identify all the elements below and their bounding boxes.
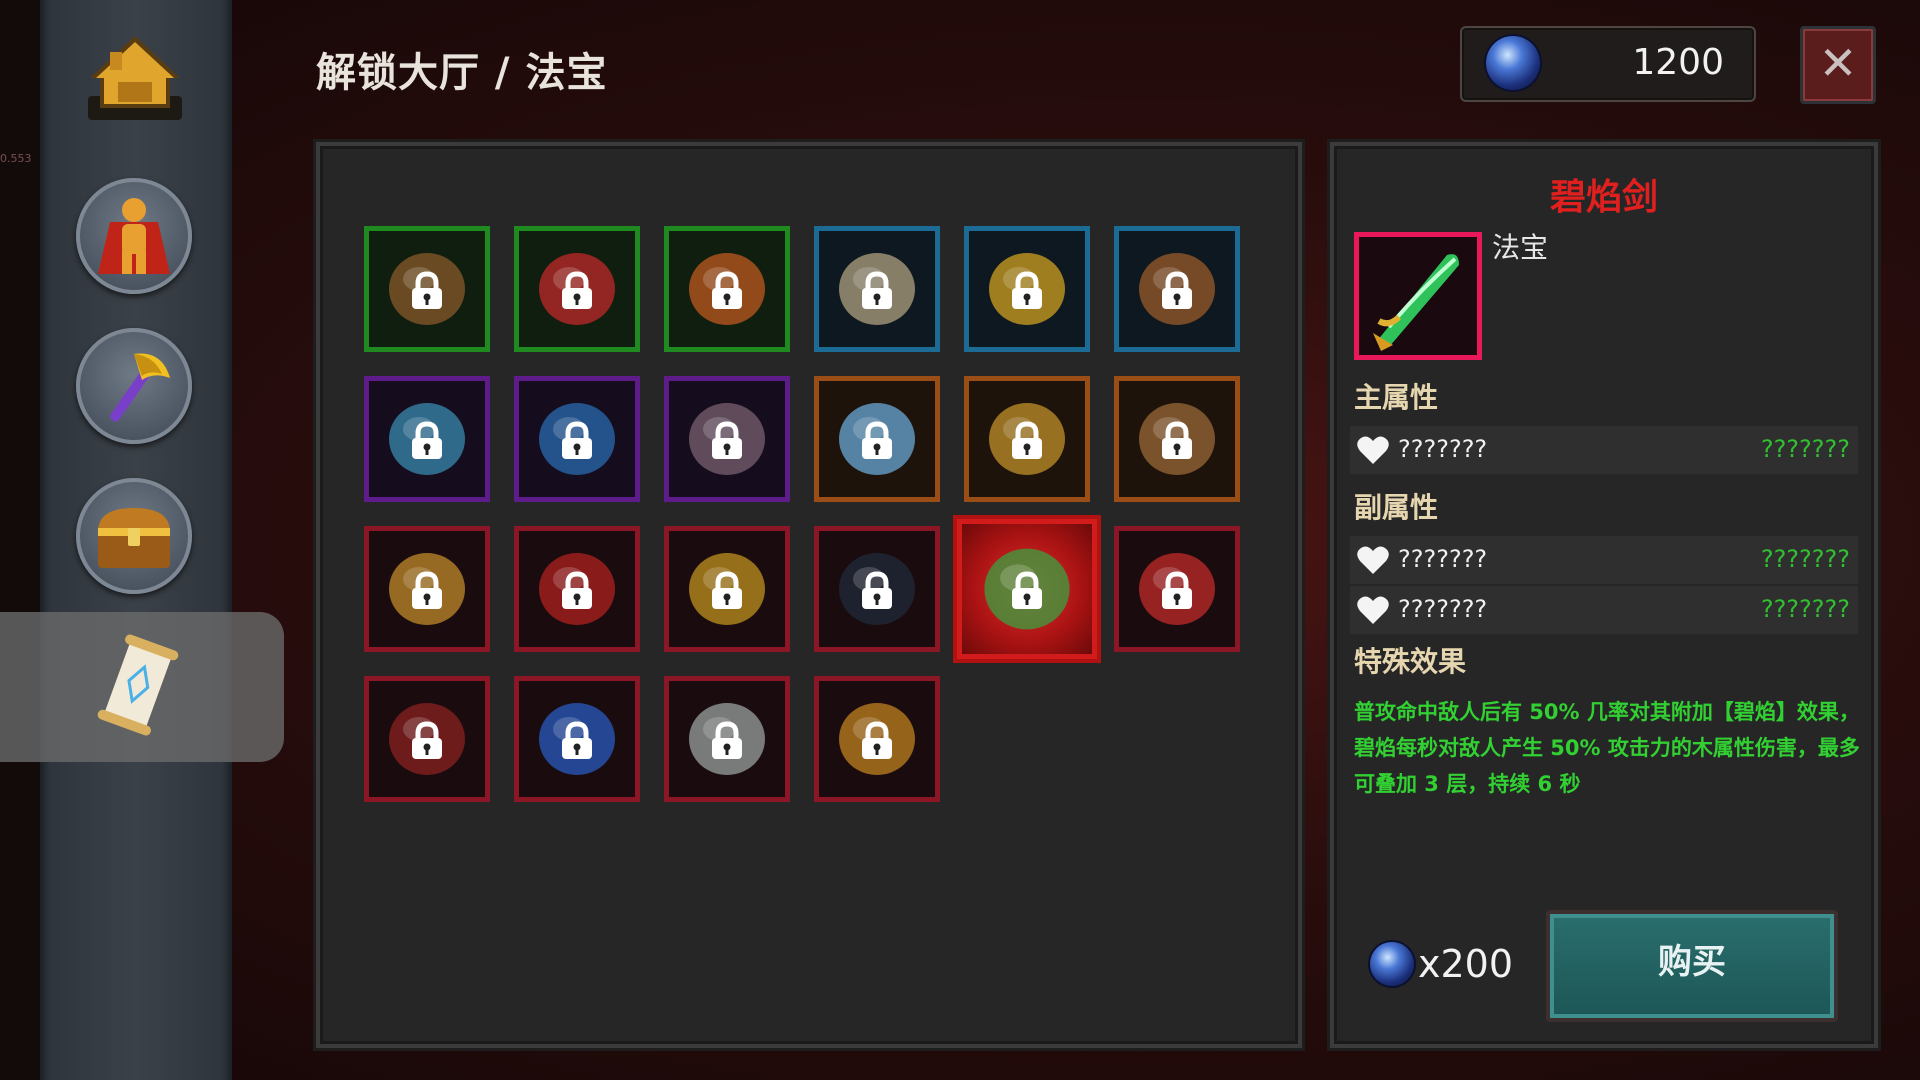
item-slot-gold-ring[interactable] <box>664 526 790 652</box>
lock-icon <box>712 721 742 759</box>
lock-icon <box>412 421 442 459</box>
item-slot-scimitar[interactable] <box>514 376 640 502</box>
lock-icon <box>412 721 442 759</box>
sub-attr-title: 副属性 <box>1354 491 1439 524</box>
sub-attr-row: ??????? ??????? <box>1350 586 1858 634</box>
item-preview <box>1354 232 1482 360</box>
lock-icon <box>862 271 892 309</box>
hero-icon <box>98 198 170 274</box>
lock-icon <box>712 271 742 309</box>
main-attr-row: ??????? ??????? <box>1350 426 1858 474</box>
lock-icon <box>412 271 442 309</box>
lock-icon <box>1012 571 1042 609</box>
main-attr-title: 主属性 <box>1354 381 1439 414</box>
debug-text: 0.553 <box>0 152 32 165</box>
item-slot-water-orb[interactable] <box>814 376 940 502</box>
item-slot-red-armor[interactable] <box>1114 526 1240 652</box>
home-icon <box>88 36 182 120</box>
special-effect-title: 特殊效果 <box>1354 645 1467 678</box>
item-slot-ring[interactable] <box>364 226 490 352</box>
buy-button[interactable]: 购买 <box>1546 910 1838 1022</box>
heart-icon <box>1357 436 1389 464</box>
lock-icon <box>562 571 592 609</box>
item-slot-shield[interactable] <box>1114 376 1240 502</box>
item-slot-red-dagger[interactable] <box>514 526 640 652</box>
lock-icon <box>712 421 742 459</box>
attr-value: ??????? <box>1760 435 1850 463</box>
item-slot-tablets[interactable] <box>964 376 1090 502</box>
currency-display: 1200 <box>1460 26 1756 102</box>
close-icon: ✕ <box>1818 36 1858 90</box>
price-value: x200 <box>1418 942 1514 986</box>
item-type: 法宝 <box>1492 231 1549 264</box>
heart-icon <box>1357 596 1389 624</box>
sidebar-item-home[interactable] <box>80 24 190 134</box>
item-slot-bell[interactable] <box>814 676 940 802</box>
item-slot-crystal[interactable] <box>664 376 790 502</box>
lock-icon <box>1162 271 1192 309</box>
axe-icon <box>110 353 170 422</box>
jade-sword-icon <box>1373 254 1459 351</box>
item-slot-gold-cube[interactable] <box>964 226 1090 352</box>
lock-icon <box>862 571 892 609</box>
lock-icon <box>562 721 592 759</box>
item-slot-dark-figure[interactable] <box>814 526 940 652</box>
page-title: 解锁大厅 / 法宝 <box>316 50 608 96</box>
currency-value: 1200 <box>1632 42 1724 83</box>
attr-value: ??????? <box>1760 545 1850 573</box>
attr-name: ??????? <box>1398 435 1488 463</box>
lock-icon <box>1162 421 1192 459</box>
item-grid-panel <box>316 142 1302 1048</box>
item-slot-blue-sphere[interactable] <box>514 676 640 802</box>
sub-attr-row: ??????? ??????? <box>1350 536 1858 584</box>
close-button[interactable]: ✕ <box>1800 26 1876 104</box>
lock-icon <box>1162 571 1192 609</box>
item-slot-jade-sword[interactable] <box>957 519 1097 659</box>
blue-orb-icon <box>1370 942 1414 986</box>
lock-icon <box>562 271 592 309</box>
scroll-icon <box>97 634 179 736</box>
item-slot-flag[interactable] <box>364 376 490 502</box>
blue-orb-icon <box>1486 36 1540 90</box>
lock-icon <box>412 571 442 609</box>
item-slot-lotus[interactable] <box>514 226 640 352</box>
item-detail-panel: 碧焰剑 法宝 主属性 ??????? ??????? 副属性 ??????? ?… <box>1330 142 1878 1048</box>
lock-icon <box>862 721 892 759</box>
item-slot-helmet[interactable] <box>1114 226 1240 352</box>
lock-icon <box>862 421 892 459</box>
heart-icon <box>1357 546 1389 574</box>
lock-icon <box>1012 271 1042 309</box>
attr-name: ??????? <box>1398 595 1488 623</box>
attr-value: ??????? <box>1760 595 1850 623</box>
item-slot-red-spear[interactable] <box>364 676 490 802</box>
item-slot-wings[interactable] <box>664 226 790 352</box>
item-name: 碧焰剑 <box>1549 177 1658 218</box>
treasure-chest-icon <box>98 508 170 568</box>
item-slot-jar[interactable] <box>664 676 790 802</box>
sidebar-item-weapon[interactable] <box>76 328 192 444</box>
lock-icon <box>1012 421 1042 459</box>
sidebar-item-scroll[interactable] <box>88 630 188 740</box>
special-effect-text: 普攻命中敌人后有 50% 几率对其附加【碧焰】效果，碧焰每秒对敌人产生 50% … <box>1354 700 1860 796</box>
lock-icon <box>712 571 742 609</box>
item-slot-dagger[interactable] <box>814 226 940 352</box>
lock-icon <box>562 421 592 459</box>
attr-name: ??????? <box>1398 545 1488 573</box>
sidebar-item-chest[interactable] <box>76 478 192 594</box>
item-slot-gold-box[interactable] <box>364 526 490 652</box>
sidebar-item-character[interactable] <box>76 178 192 294</box>
